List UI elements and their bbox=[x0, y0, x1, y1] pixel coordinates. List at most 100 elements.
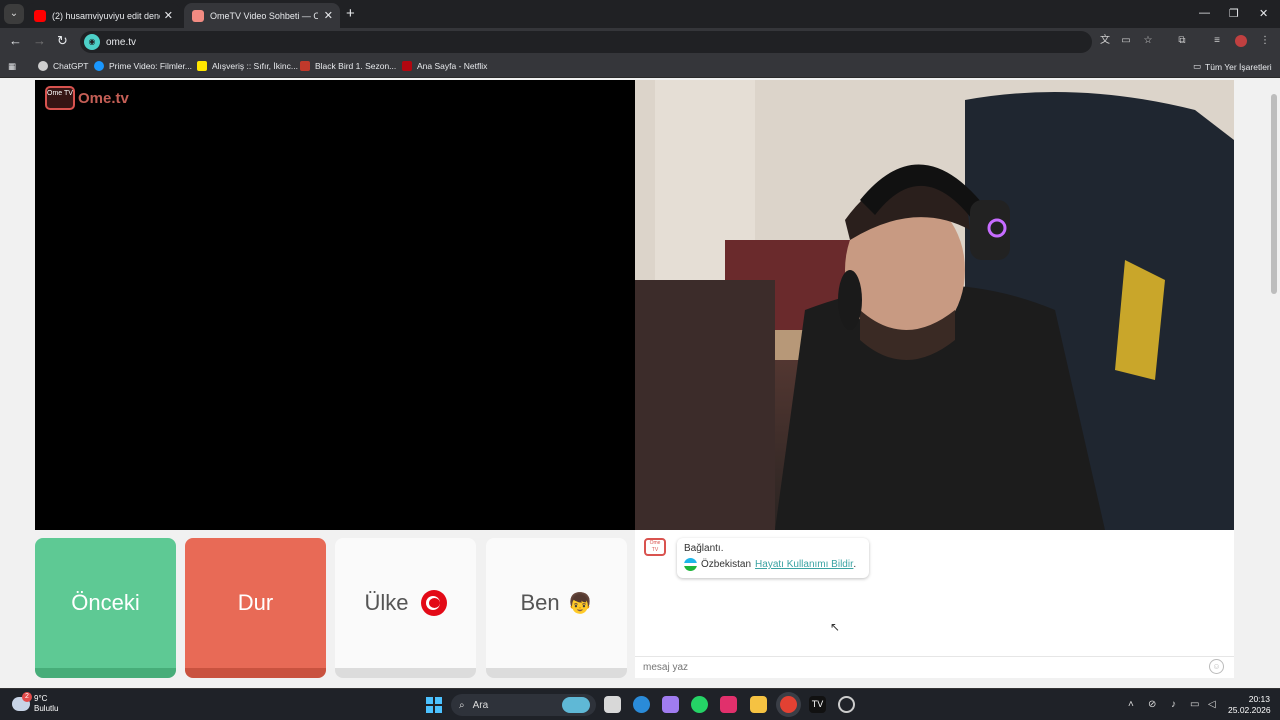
forward-icon[interactable]: → bbox=[33, 33, 46, 48]
country-button[interactable]: Ülke bbox=[335, 538, 476, 678]
cloud-icon: 2 bbox=[12, 692, 32, 711]
translate-icon[interactable]: 文 bbox=[1099, 35, 1111, 47]
restore-icon[interactable]: ❐ bbox=[1229, 7, 1239, 20]
volume-icon[interactable]: ◁ bbox=[1208, 699, 1216, 710]
boy-avatar-icon: 👦 bbox=[567, 592, 593, 615]
weather-desc: Bulutlu bbox=[34, 704, 59, 713]
report-suffix: . bbox=[853, 559, 857, 570]
bookmark-label: Ana Sayfa - Netflix bbox=[417, 61, 488, 71]
tab-list-icon[interactable]: ≡ bbox=[1211, 35, 1223, 47]
address-bar[interactable]: ◉ ome.tv bbox=[80, 31, 1092, 53]
netflix-icon bbox=[402, 61, 412, 71]
edge-icon[interactable] bbox=[633, 696, 650, 713]
ometv-logo: Ome TV Ome.tv bbox=[45, 86, 129, 110]
instagram-icon[interactable] bbox=[720, 696, 737, 713]
uzbekistan-flag-icon bbox=[684, 558, 697, 571]
bookmark-label: Prime Video: Filmler... bbox=[109, 61, 192, 71]
folder-icon: ▭ bbox=[1193, 61, 1202, 71]
country-label: Ülke bbox=[364, 590, 409, 615]
tab-title: OmeTV Video Sohbeti — O bbox=[210, 10, 318, 21]
all-bookmarks-folder[interactable]: ▭ Tüm Yer İşaretleri bbox=[1193, 61, 1272, 72]
back-icon[interactable]: ← bbox=[9, 33, 22, 48]
system-message: Bağlantı. Özbekistan Hayatı Kullanımı Bi… bbox=[677, 538, 869, 578]
tab-ometv[interactable]: OmeTV Video Sohbeti — O ✕ bbox=[184, 3, 340, 28]
emoji-picker-icon[interactable]: ☺ bbox=[1209, 659, 1224, 674]
display-icon[interactable]: ▭ bbox=[1190, 699, 1199, 710]
copilot-icon[interactable] bbox=[662, 696, 679, 713]
shopping-icon bbox=[197, 61, 207, 71]
profile-avatar[interactable] bbox=[1235, 35, 1247, 47]
chrome-icon[interactable] bbox=[780, 696, 797, 713]
reload-icon[interactable]: ↻ bbox=[57, 33, 68, 49]
apps-icon[interactable]: ▦ bbox=[8, 61, 16, 72]
report-link[interactable]: Hayatı Kullanımı Bildir bbox=[755, 559, 853, 570]
clock-time: 20:13 bbox=[1248, 694, 1270, 704]
tradingview-icon[interactable]: TV bbox=[809, 696, 826, 713]
close-tab-icon[interactable]: ✕ bbox=[324, 9, 333, 22]
recording-app-icon[interactable] bbox=[838, 696, 855, 713]
chatgpt-icon bbox=[38, 61, 48, 71]
windows-start-icon[interactable] bbox=[426, 697, 442, 713]
camera-feed-image bbox=[635, 80, 1234, 530]
tab-youtube[interactable]: (2) husamviyuviyu edit deneme ✕ bbox=[26, 3, 180, 28]
bookmark-label: ChatGPT bbox=[53, 61, 89, 71]
menu-icon[interactable]: ⋮ bbox=[1259, 35, 1271, 47]
mouse-cursor-icon: ↖ bbox=[830, 620, 841, 634]
search-highlight-icon bbox=[562, 697, 590, 713]
search-icon: ⌕ bbox=[459, 699, 465, 711]
bookmark-label: Black Bird 1. Sezon... bbox=[315, 61, 397, 71]
tab-title: (2) husamviyuviyu edit deneme bbox=[52, 10, 160, 21]
bookmark-chatgpt[interactable]: ChatGPT bbox=[38, 61, 88, 71]
scrollbar-thumb[interactable] bbox=[1271, 94, 1277, 294]
bookmark-label: Alışveriş :: Sıfır, İkinc... bbox=[212, 61, 298, 71]
notification-badge: 2 bbox=[22, 692, 32, 702]
bookmark-label: Tüm Yer İşaretleri bbox=[1205, 61, 1272, 72]
extensions-icon[interactable]: ⧉ bbox=[1176, 35, 1188, 47]
network-off-icon[interactable]: ⊘ bbox=[1148, 699, 1156, 710]
tray-overflow-icon[interactable]: ˄ bbox=[1128, 699, 1134, 710]
tv-icon bbox=[300, 61, 310, 71]
taskbar-search[interactable]: ⌕ Ara bbox=[451, 694, 596, 716]
chat-panel: Ome TV Bağlantı. Özbekistan Hayatı Kulla… bbox=[635, 530, 1234, 678]
file-explorer-icon[interactable] bbox=[750, 696, 767, 713]
ometv-chat-avatar: Ome TV bbox=[644, 538, 666, 556]
site-info-icon[interactable]: ◉ bbox=[84, 34, 100, 50]
ometv-page: Ome TV Ome.tv Önceki Dur Ülke Ben 👦 Ome … bbox=[0, 78, 1268, 688]
me-button[interactable]: Ben 👦 bbox=[486, 538, 627, 678]
ometv-favicon-icon bbox=[192, 9, 204, 22]
stop-button[interactable]: Dur bbox=[185, 538, 326, 678]
tab-search-button[interactable]: ⌄ bbox=[4, 4, 24, 24]
close-window-icon[interactable]: ✕ bbox=[1259, 7, 1268, 20]
message-input[interactable] bbox=[635, 656, 1234, 678]
weather-widget[interactable]: 2 9°C Bulutlu bbox=[12, 692, 59, 714]
connection-status: Bağlantı. bbox=[684, 543, 724, 554]
partner-country: Özbekistan bbox=[701, 559, 752, 570]
bookmark-shopping[interactable]: Alışveriş :: Sıfır, İkinc... bbox=[197, 61, 298, 71]
cast-icon[interactable]: ▭ bbox=[1120, 35, 1132, 47]
tv-logo-icon: Ome TV bbox=[45, 86, 75, 110]
bookmarks-bar: ▦ ChatGPT Prime Video: Filmler... Alışve… bbox=[0, 56, 1280, 78]
youtube-icon bbox=[34, 9, 46, 22]
minimize-icon[interactable]: — bbox=[1199, 7, 1210, 19]
search-label: Ara bbox=[472, 699, 489, 711]
task-view-icon[interactable] bbox=[604, 696, 621, 713]
previous-button[interactable]: Önceki bbox=[35, 538, 176, 678]
logo-text: Ome.tv bbox=[78, 89, 129, 107]
bookmark-black-bird[interactable]: Black Bird 1. Sezon... bbox=[300, 61, 396, 71]
bookmark-prime-video[interactable]: Prime Video: Filmler... bbox=[94, 61, 192, 71]
windows-taskbar: 2 9°C Bulutlu ⌕ Ara TV ˄ ⊘ ♪ ▭ ◁ 20:13 25… bbox=[0, 688, 1280, 720]
url-text: ome.tv bbox=[106, 36, 137, 48]
bookmark-star-icon[interactable]: ☆ bbox=[1142, 35, 1154, 47]
stop-label: Dur bbox=[237, 590, 274, 615]
bookmark-netflix[interactable]: Ana Sayfa - Netflix bbox=[402, 61, 487, 71]
microphone-icon[interactable]: ♪ bbox=[1171, 699, 1176, 710]
clock-date: 25.02.2026 bbox=[1228, 705, 1271, 715]
local-camera-video bbox=[635, 80, 1234, 530]
turkey-flag-icon bbox=[420, 590, 447, 616]
new-tab-button[interactable]: + bbox=[346, 5, 355, 22]
browser-toolbar: ← → ↻ ◉ ome.tv 文 ▭ ☆ ⧉ ≡ ⋮ bbox=[0, 28, 1280, 56]
whatsapp-icon[interactable] bbox=[691, 696, 708, 713]
page-scrollbar[interactable] bbox=[1268, 78, 1280, 688]
close-tab-icon[interactable]: ✕ bbox=[164, 9, 173, 22]
system-clock[interactable]: 20:13 25.02.2026 bbox=[1228, 694, 1271, 716]
